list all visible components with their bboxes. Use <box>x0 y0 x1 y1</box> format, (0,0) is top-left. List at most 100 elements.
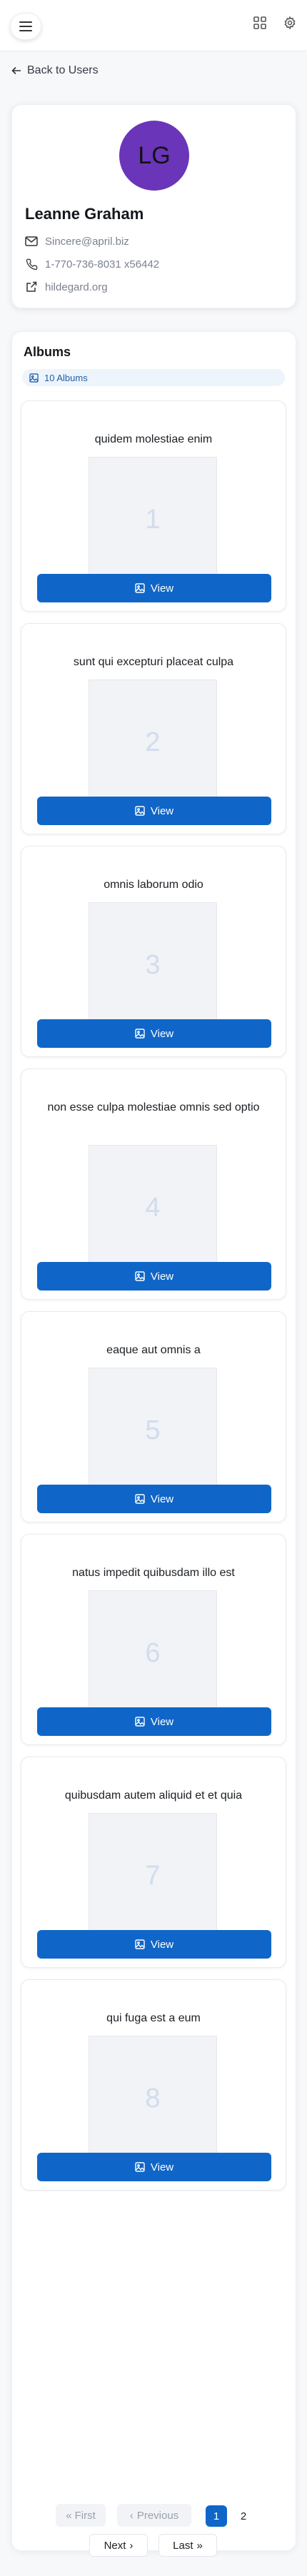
first-page-button[interactable]: « First <box>56 2504 106 2527</box>
album-card-5: eaque aut omnis a 5 View <box>21 1311 286 1522</box>
image-icon <box>135 1939 145 1949</box>
view-album-button[interactable]: View <box>37 1707 271 1736</box>
last-page-button[interactable]: Last » <box>158 2534 217 2557</box>
chevron-right-icon: › <box>129 2539 134 2552</box>
album-number: 4 <box>145 1192 161 1223</box>
pagination: « First ‹ Previous 1 2 Next › Last » <box>0 2504 307 2561</box>
image-icon <box>135 1029 145 1039</box>
double-chevron-left-icon: « <box>66 2509 72 2522</box>
phone-icon <box>25 258 38 271</box>
album-thumbnail[interactable]: 6 <box>89 1590 217 1716</box>
user-phone: 1-770-736-8031 x56442 <box>45 258 160 271</box>
gear-icon <box>284 16 296 30</box>
album-card-4: non esse culpa molestiae omnis sed optio… <box>21 1069 286 1300</box>
top-bar <box>0 0 307 51</box>
view-album-button[interactable]: View <box>37 1019 271 1048</box>
album-card-6: natus impedit quibusdam illo est 6 View <box>21 1534 286 1745</box>
user-name: Leanne Graham <box>25 205 144 223</box>
view-button-label: View <box>150 1492 174 1505</box>
view-album-button[interactable]: View <box>37 1485 271 1513</box>
view-button-label: View <box>150 1715 174 1728</box>
user-email-row: Sincere@april.biz <box>25 235 129 248</box>
album-card-2: sunt qui excepturi placeat culpa 2 View <box>21 623 286 834</box>
album-thumbnail[interactable]: 8 <box>89 2036 217 2161</box>
avatar-initials: LG <box>138 141 171 169</box>
view-button-label: View <box>150 1270 174 1283</box>
user-email: Sincere@april.biz <box>45 235 129 248</box>
album-card-8: qui fuga est a eum 8 View <box>21 1979 286 2191</box>
view-button-label: View <box>150 804 174 817</box>
next-label: Next <box>104 2539 126 2552</box>
albums-count-badge: 10 Albums <box>22 369 285 386</box>
grid-button[interactable] <box>250 13 270 33</box>
last-label: Last <box>173 2539 193 2552</box>
image-icon <box>29 373 39 383</box>
image-icon <box>135 806 145 816</box>
first-label: First <box>74 2509 96 2522</box>
image-icon <box>135 1494 145 1504</box>
view-button-label: View <box>150 582 174 595</box>
album-thumbnail[interactable]: 4 <box>89 1145 217 1271</box>
albums-count-label: 10 Albums <box>44 372 88 383</box>
previous-label: Previous <box>136 2509 179 2522</box>
back-to-users-link[interactable]: Back to Users <box>11 64 99 77</box>
album-card-1: quidem molestiae enim 1 View <box>21 400 286 612</box>
user-phone-row: 1-770-736-8031 x56442 <box>25 258 159 271</box>
album-title: eaque aut omnis a <box>106 1344 201 1356</box>
view-album-button[interactable]: View <box>37 574 271 602</box>
chevron-left-icon: ‹ <box>129 2509 134 2522</box>
album-number: 8 <box>145 2083 161 2113</box>
page-2-button[interactable]: 2 <box>233 2505 254 2527</box>
image-icon <box>135 1717 145 1727</box>
album-title: quidem molestiae enim <box>94 433 213 445</box>
user-website: hildegard.org <box>45 281 108 293</box>
view-button-label: View <box>150 1027 174 1040</box>
album-thumbnail[interactable]: 2 <box>89 680 217 805</box>
page-1-button[interactable]: 1 <box>206 2505 227 2527</box>
album-title: natus impedit quibusdam illo est <box>72 1567 235 1579</box>
next-page-button[interactable]: Next › <box>89 2534 148 2557</box>
album-number: 1 <box>145 504 161 535</box>
albums-heading: Albums <box>24 345 71 359</box>
album-thumbnail[interactable]: 3 <box>89 902 217 1028</box>
view-album-button[interactable]: View <box>37 1930 271 1959</box>
albums-section: Albums 10 Albums quidem molestiae enim 1… <box>11 331 296 2551</box>
hamburger-icon <box>19 21 32 31</box>
grid-icon <box>253 16 266 29</box>
view-album-button[interactable]: View <box>37 1262 271 1290</box>
back-link-label: Back to Users <box>27 64 99 76</box>
album-thumbnail[interactable]: 5 <box>89 1368 217 1493</box>
album-card-3: omnis laborum odio 3 View <box>21 846 286 1057</box>
album-title: quibusdam autem aliquid et et quia <box>64 1789 243 1802</box>
album-number: 3 <box>145 949 161 980</box>
album-title: sunt qui excepturi placeat culpa <box>73 656 234 668</box>
view-button-label: View <box>150 2161 174 2173</box>
album-number: 6 <box>145 1637 161 1668</box>
menu-button[interactable] <box>10 13 41 40</box>
album-title: qui fuga est a eum <box>106 2012 201 2024</box>
previous-page-button[interactable]: ‹ Previous <box>117 2504 191 2527</box>
external-link-icon <box>25 281 38 293</box>
page-number: 2 <box>240 2510 247 2522</box>
mail-icon <box>25 235 38 248</box>
view-album-button[interactable]: View <box>37 2153 271 2181</box>
settings-button[interactable] <box>280 13 300 33</box>
view-button-label: View <box>150 1938 174 1951</box>
album-number: 5 <box>145 1415 161 1445</box>
page-number: 1 <box>213 2510 220 2522</box>
image-icon <box>135 2162 145 2172</box>
album-number: 2 <box>145 727 161 757</box>
view-album-button[interactable]: View <box>37 797 271 825</box>
avatar: LG <box>119 121 189 191</box>
user-website-row[interactable]: hildegard.org <box>25 281 108 293</box>
double-chevron-right-icon: » <box>196 2539 203 2552</box>
album-title: omnis laborum odio <box>104 879 203 891</box>
album-thumbnail[interactable]: 1 <box>89 457 217 582</box>
user-profile-card: LG Leanne Graham Sincere@april.biz 1-770… <box>11 104 296 308</box>
image-icon <box>135 583 145 593</box>
album-title: non esse culpa molestiae omnis sed optio <box>47 1101 260 1113</box>
image-icon <box>135 1271 145 1281</box>
album-thumbnail[interactable]: 7 <box>89 1813 217 1939</box>
arrow-left-icon <box>11 66 21 75</box>
album-card-7: quibusdam autem aliquid et et quia 7 Vie… <box>21 1757 286 1968</box>
